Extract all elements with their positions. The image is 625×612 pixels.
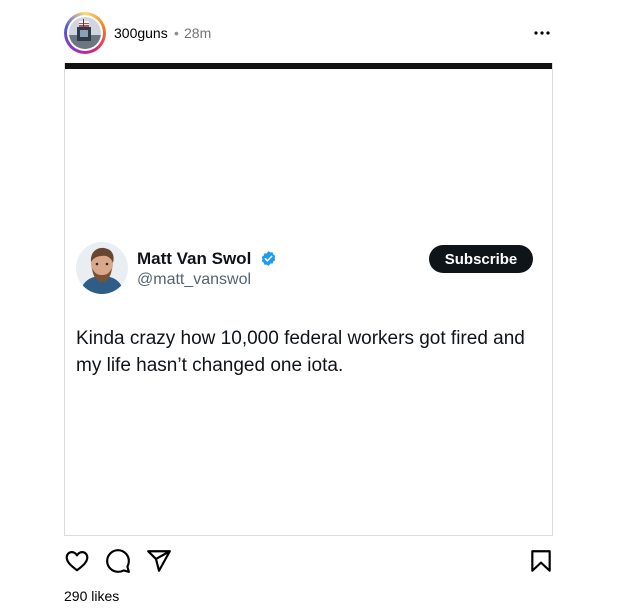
tweet-author-avatar [76, 242, 128, 294]
subscribe-button: Subscribe [429, 245, 533, 273]
likes-count[interactable]: 290 likes [64, 588, 119, 604]
post-time[interactable]: 28m [184, 25, 211, 41]
comment-icon [106, 549, 130, 573]
tweet-avatar-image [76, 242, 128, 294]
save-button[interactable] [528, 548, 554, 574]
post-media[interactable]: Matt Van Swol @matt_vanswol Subscribe Ki… [64, 63, 553, 536]
tweet-author-handle: @matt_vanswol [137, 271, 252, 288]
post-username[interactable]: 300guns [114, 25, 168, 41]
avatar-border [67, 15, 103, 51]
tweet-author-name: Matt Van Swol [137, 249, 252, 268]
bookmark-icon [531, 550, 551, 572]
separator-dot: • [174, 25, 179, 41]
post-actions [64, 548, 553, 576]
avatar [69, 17, 101, 49]
post-header: 300guns • 28m [64, 12, 553, 54]
heart-icon [65, 551, 89, 572]
comment-button[interactable] [105, 548, 131, 574]
story-ring-avatar[interactable] [64, 12, 106, 54]
avatar-image [69, 17, 101, 49]
like-button[interactable] [64, 548, 90, 574]
more-horizontal-icon [534, 31, 550, 35]
share-button[interactable] [146, 548, 172, 574]
more-options-button[interactable] [531, 24, 553, 42]
verified-badge-icon [261, 251, 276, 266]
tweet-text: Kinda crazy how 10,000 federal workers g… [76, 328, 525, 376]
media-top-bar [65, 63, 552, 69]
share-icon [147, 550, 171, 572]
